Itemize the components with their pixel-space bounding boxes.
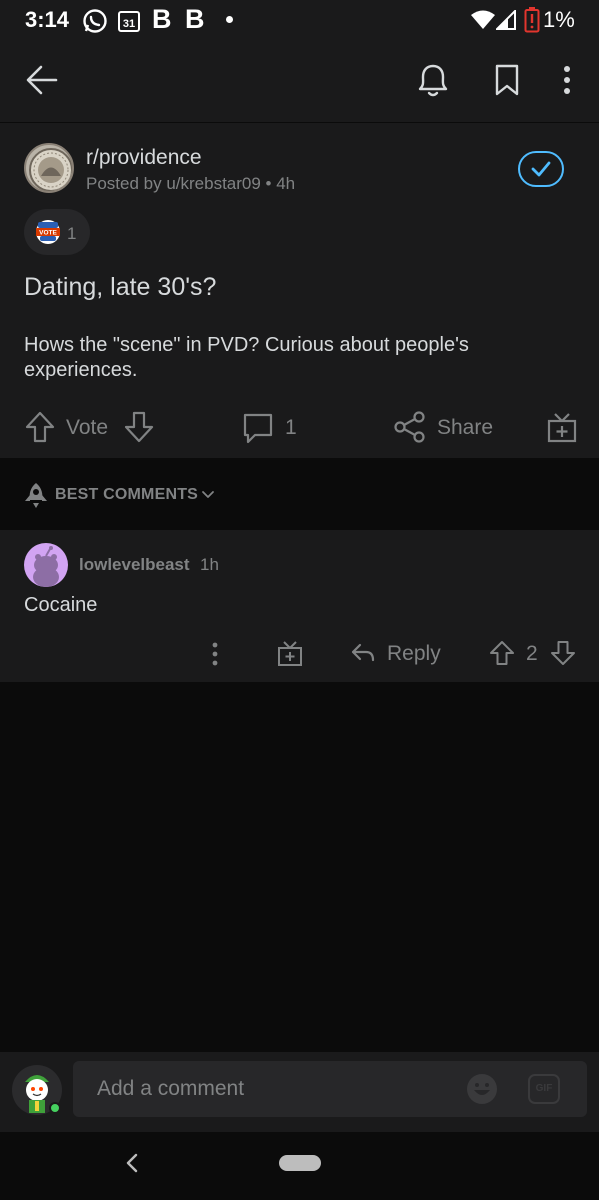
calendar-icon: 31 (117, 9, 141, 38)
bookmark-icon[interactable] (490, 60, 524, 105)
battery-low-icon (524, 7, 540, 38)
system-navigation-bar (0, 1132, 599, 1200)
notification-dot (226, 16, 233, 23)
wifi-icon (470, 10, 496, 35)
chevron-down-icon[interactable] (200, 486, 216, 507)
avatar[interactable] (24, 543, 68, 587)
comment-score: 2 (526, 642, 538, 665)
reply-button[interactable]: Reply (387, 642, 441, 666)
online-status-dot (49, 1102, 61, 1114)
comment-item: lowlevelbeast 1h Cocaine Reply 2 (0, 530, 599, 682)
joined-button[interactable] (518, 151, 564, 187)
more-vertical-icon[interactable] (556, 60, 578, 105)
status-bar: 3:14 31 B B 1% (0, 0, 599, 40)
upvote-icon[interactable] (488, 639, 516, 672)
subreddit-avatar[interactable] (24, 143, 74, 193)
nav-back-icon[interactable] (122, 1151, 142, 1180)
share-label[interactable]: Share (437, 416, 493, 440)
vote-award-icon: VOTE (36, 220, 60, 244)
comment-input[interactable] (73, 1061, 587, 1117)
post-detail-screen: 3:14 31 B B 1% r/providence Posted by u/… (0, 0, 599, 1200)
comment-icon[interactable] (241, 411, 275, 450)
post-meta[interactable]: Posted by u/krebstar09 • 4h (86, 174, 295, 194)
comment-username[interactable]: lowlevelbeast (79, 555, 190, 575)
status-time: 3:14 (25, 7, 70, 32)
checkmark-icon (531, 161, 551, 177)
gift-award-icon[interactable] (545, 410, 579, 449)
home-pill[interactable] (279, 1155, 321, 1171)
comment-composer: GIF (0, 1052, 599, 1132)
post-body: Hows the "scene" in PVD? Curious about p… (24, 334, 469, 381)
post-toolbar (0, 40, 599, 123)
calendar-day: 31 (123, 18, 135, 30)
comment-time: 1h (200, 555, 219, 574)
reply-icon[interactable] (350, 641, 376, 670)
comment-count[interactable]: 1 (285, 416, 297, 440)
subreddit-name[interactable]: r/providence (86, 146, 202, 170)
b-app-icon: B (185, 4, 205, 34)
post-card: r/providence Posted by u/krebstar09 • 4h… (0, 123, 599, 458)
downvote-icon[interactable] (123, 410, 155, 449)
share-icon[interactable] (393, 410, 427, 449)
b-app-icon: B (152, 4, 172, 34)
signal-icon (494, 8, 516, 35)
vote-label: Vote (66, 416, 109, 439)
downvote-icon[interactable] (549, 639, 577, 672)
battery-percent: 1% (543, 7, 575, 32)
post-title: Dating, late 30's? (24, 273, 217, 301)
bell-icon[interactable] (414, 60, 452, 105)
upvote-icon[interactable] (24, 410, 56, 449)
back-arrow-icon[interactable] (24, 60, 60, 105)
comment-sort-bar[interactable]: BEST COMMENTS (0, 458, 599, 530)
emoji-icon[interactable] (466, 1073, 498, 1110)
sort-label[interactable]: BEST COMMENTS (55, 486, 198, 504)
svg-text:VOTE: VOTE (39, 230, 57, 237)
award-badge[interactable]: VOTE (24, 209, 90, 255)
more-vertical-icon[interactable] (205, 640, 225, 673)
gif-label: GIF (535, 1083, 553, 1094)
comment-body: Cocaine (24, 594, 98, 616)
gif-button[interactable]: GIF (528, 1074, 560, 1104)
whatsapp-icon (82, 8, 108, 39)
award-count: 1 (67, 224, 77, 243)
rocket-icon (23, 481, 49, 514)
gift-award-icon[interactable] (276, 639, 304, 672)
